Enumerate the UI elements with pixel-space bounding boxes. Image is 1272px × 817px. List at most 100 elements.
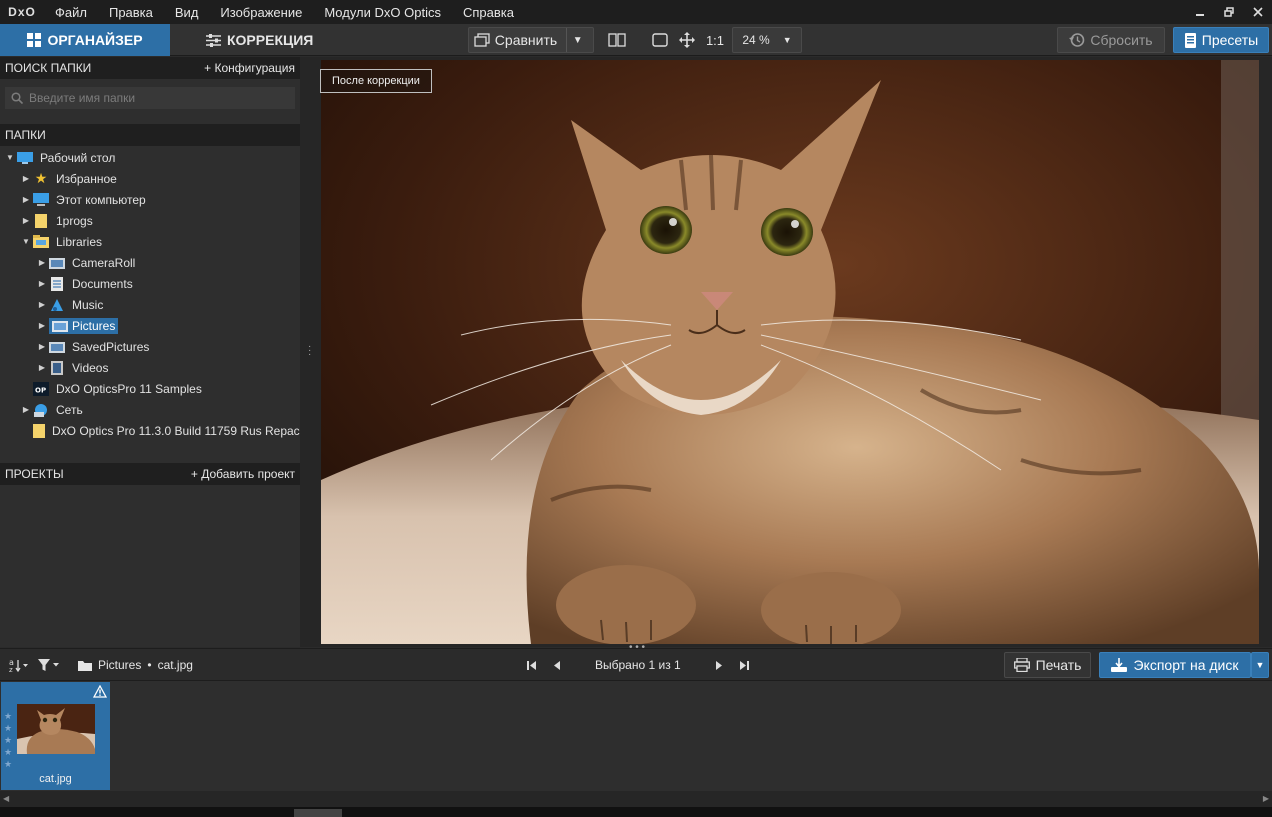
scroll-left-icon[interactable]: ◀ [3,794,9,803]
tree-item-network[interactable]: ▶ Сеть [0,399,300,420]
first-image-icon[interactable] [526,649,538,681]
filmstrip-scrollbar[interactable]: ◀ ▶ [0,791,1272,807]
maximize-icon[interactable] [1214,0,1243,24]
thumbnail-item[interactable]: ★ ★ ★ ★ ★ cat.jpg [1,682,110,790]
menu-edit[interactable]: Правка [98,5,164,20]
bottom-toolbar: az Pictures • cat.jpg • • • Выбрано 1 из… [0,642,1272,681]
star-icon: ★ [34,170,48,186]
split-view-icon[interactable] [604,27,630,53]
sort-icon[interactable]: az [9,649,29,681]
collapsed-arrow-icon[interactable]: ▶ [19,195,33,204]
compare-dropdown-icon[interactable]: ▼ [566,28,588,52]
folders-title: ПАПКИ [5,128,46,142]
cat-photo[interactable] [321,60,1259,644]
collapsed-arrow-icon[interactable]: ▶ [19,174,33,183]
tab-correction[interactable]: КОРРЕКЦИЯ [196,24,326,56]
close-icon[interactable] [1243,0,1272,24]
reset-button[interactable]: Сбросить [1057,27,1165,53]
tree-item-videos[interactable]: ▶ Videos [0,357,300,378]
printer-icon [1013,658,1030,672]
export-to-disk-button[interactable]: Экспорт на диск [1099,652,1251,678]
tree-item-music[interactable]: ▶ Music [0,294,300,315]
tree-item-favorites[interactable]: ▶ ★ Избранное [0,168,300,189]
tree-item-label: Videos [72,360,109,375]
folder-icon [78,660,92,671]
tree-item-pictures[interactable]: ▶ Pictures [0,315,300,336]
tree-item-libraries[interactable]: ▼ Libraries [0,231,300,252]
collapsed-arrow-icon[interactable]: ▶ [35,321,49,330]
collapsed-arrow-icon[interactable]: ▶ [35,279,49,288]
thumbnail-filename: cat.jpg [39,773,72,785]
add-project-button[interactable]: + Добавить проект [191,467,295,481]
tree-item-cameraroll[interactable]: ▶ CameraRoll [0,252,300,273]
breadcrumb-separator: • [147,658,152,672]
tree-item-label: SavedPictures [72,339,150,354]
image-viewer[interactable]: После коррекции [320,57,1272,647]
svg-text:z: z [9,666,13,673]
breadcrumb-folder[interactable]: Pictures [98,658,141,672]
menu-modules[interactable]: Модули DxO Optics [313,5,452,20]
desktop-icon [17,151,33,165]
expanded-arrow-icon[interactable]: ▼ [19,237,33,246]
tree-item-savedpictures[interactable]: ▶ SavedPictures [0,336,300,357]
export-dropdown-icon[interactable]: ▼ [1251,652,1269,678]
tree-item-label: DxO Optics Pro 11.3.0 Build 11759 Rus Re… [52,423,306,438]
zoom-select[interactable]: 24 % ▼ [732,27,802,53]
tree-item-dxo-repack[interactable]: DxO Optics Pro 11.3.0 Build 11759 Rus Re… [0,420,306,441]
tree-item-desktop[interactable]: ▼ Рабочий стол [0,147,300,168]
collapsed-arrow-icon[interactable]: ▶ [35,342,49,351]
menu-help[interactable]: Справка [452,5,525,20]
collapsed-arrow-icon[interactable]: ▶ [19,216,33,225]
last-image-icon[interactable] [738,649,750,681]
presets-icon [1184,32,1196,48]
tree-item-documents[interactable]: ▶ Documents [0,273,300,294]
tree-item-this-pc[interactable]: ▶ Этот компьютер [0,189,300,210]
tree-item-pictures-selected: Pictures [49,317,119,334]
tab-organizer-label: ОРГАНАЙЗЕР [47,32,143,48]
menu-file[interactable]: Файл [44,5,98,20]
rating-stars[interactable]: ★ ★ ★ ★ ★ [4,710,12,770]
minimize-icon[interactable] [1185,0,1214,24]
compare-button[interactable]: Сравнить ▼ [468,27,594,53]
tree-item-label: Сеть [56,402,83,417]
compare-label: Сравнить [494,32,558,48]
menu-image[interactable]: Изображение [209,5,313,20]
grid-icon [27,33,42,47]
taskbar-active-app[interactable] [294,809,342,817]
library-folder-icon [49,340,65,354]
thumbnail-image [17,704,95,754]
tree-item-dxo-samples[interactable]: OP DxO OpticsPro 11 Samples [0,378,300,399]
menu-view[interactable]: Вид [164,5,210,20]
previous-image-icon[interactable] [552,649,562,681]
svg-text:OP: OP [35,386,46,394]
collapsed-arrow-icon[interactable]: ▶ [35,300,49,309]
collapsed-arrow-icon[interactable]: ▶ [19,405,33,414]
collapsed-arrow-icon[interactable]: ▶ [35,258,49,267]
folder-search-input[interactable]: Введите имя папки [5,87,295,109]
sliders-icon [206,33,221,47]
move-icon[interactable] [676,27,698,53]
tree-item-1progs[interactable]: ▶ 1progs [0,210,300,231]
zoom-1to1-button[interactable]: 1:1 [702,27,728,53]
presets-button[interactable]: Пресеты [1173,27,1269,53]
next-image-icon[interactable] [714,649,724,681]
network-icon [33,403,49,417]
tab-organizer[interactable]: ОРГАНАЙЗЕР [0,24,170,56]
presets-label: Пресеты [1201,32,1259,48]
reset-label: Сбросить [1090,32,1153,48]
panel-splitter[interactable]: · · · [300,57,320,647]
fit-screen-icon[interactable] [648,27,672,53]
library-folder-icon [49,256,65,270]
dxo-op-icon: OP [33,381,49,396]
projects-title: ПРОЕКТЫ [5,467,64,481]
filter-icon[interactable] [37,649,61,681]
expanded-arrow-icon[interactable]: ▼ [3,153,17,162]
print-button[interactable]: Печать [1004,652,1091,678]
drag-handle-icon[interactable]: · · · [308,342,311,360]
tree-item-label: Pictures [72,318,116,333]
collapsed-arrow-icon[interactable]: ▶ [35,363,49,372]
configuration-button[interactable]: + Конфигурация [204,61,295,75]
folder-search-header: ПОИСК ПАПКИ + Конфигурация [0,57,300,79]
scroll-right-icon[interactable]: ▶ [1263,794,1269,803]
filmstrip: ★ ★ ★ ★ ★ cat.jpg [0,681,1272,791]
